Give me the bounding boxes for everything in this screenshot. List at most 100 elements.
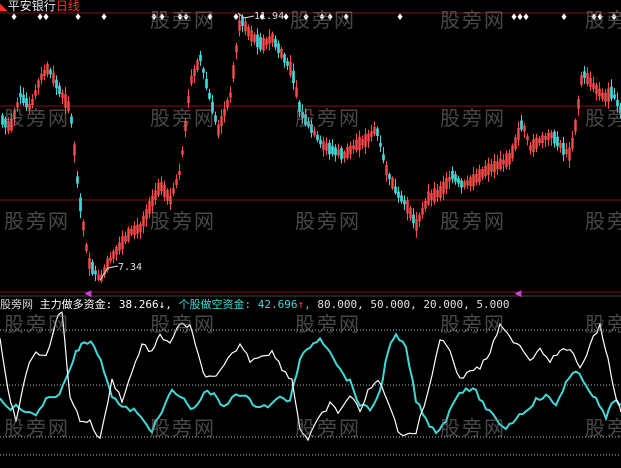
indicator-name[interactable]: 股旁网 (0, 298, 33, 311)
signal-marker: ♦ (396, 13, 404, 23)
candle-body (556, 136, 559, 147)
candle-body (340, 148, 343, 160)
retail-fund-label: 个股做空资金: (178, 298, 252, 311)
candle-body (376, 128, 379, 136)
watermark: 股旁网 (150, 416, 216, 440)
candle-body (331, 145, 334, 155)
candle-body (256, 34, 259, 48)
main-fund-value: 38.266 (118, 298, 159, 311)
candle-body (70, 116, 73, 124)
watermark: 股旁网 (585, 312, 621, 336)
candle-body (76, 176, 79, 184)
signal-marker: ♦ (232, 13, 240, 23)
candle-body (79, 197, 82, 212)
signal-markers: ♦ ♦♦ ♦ ♦ ♦ ♦ ♦♦ ♦ ♦ ♦ ♦ ♦ ♦ ♦ ♦ ♦ ♦♦♦ ♦ ♦♦ ♦◀ ◀ (10, 12, 618, 299)
candle-body (292, 70, 295, 84)
chart-menu-icon[interactable]: ◣ (0, 2, 8, 13)
candle-body (394, 186, 397, 194)
candle-body (562, 143, 565, 155)
candle-body (553, 131, 556, 144)
candle-body (283, 54, 286, 63)
range-marker-right: ◀ (515, 289, 522, 299)
retail-fund-value: 42.696 (257, 298, 298, 311)
watermark: 股旁网 (585, 8, 621, 32)
candle-body (277, 43, 280, 53)
candle-body (388, 174, 391, 180)
candle-body (403, 200, 406, 205)
candle-body (55, 79, 58, 89)
level-50: 50.000 (370, 298, 411, 311)
candle-body (202, 68, 205, 73)
candle-body (382, 154, 385, 161)
low-price-label: 7.34 (118, 262, 142, 273)
watermark: 股旁网 (4, 106, 70, 130)
signal-marker: ♦ (560, 13, 568, 23)
candle-body (328, 142, 331, 155)
high-price-label: 11.94 (254, 11, 284, 22)
signal-marker: ♦ (522, 13, 530, 23)
candle-body (274, 38, 277, 48)
chart-grid (0, 12, 621, 297)
candle-body (205, 78, 208, 89)
candle-body (319, 139, 322, 145)
candle-body (451, 170, 454, 180)
watermark: 股旁网 (440, 312, 506, 336)
watermark: 股旁网 (585, 416, 621, 440)
watermark: 股旁网 (585, 106, 621, 130)
main-fund-label: 主力做多资金: (39, 298, 113, 311)
watermark: 股旁网 (150, 106, 216, 130)
candle-body (334, 147, 337, 156)
candle-body (379, 142, 382, 147)
watermark: 股旁网 (440, 8, 506, 32)
candle-body (400, 195, 403, 202)
watermark: 股旁网 (440, 106, 506, 130)
candle-body (286, 61, 289, 66)
watermark: 股旁网 (4, 416, 70, 440)
candle-body (199, 54, 202, 62)
signal-marker: ♦ (74, 13, 82, 23)
watermark: 股旁网 (295, 106, 361, 130)
stock-chart[interactable]: ♦ ♦♦ ♦ ♦ ♦ ♦ ♦♦ ♦ ♦ ♦ ♦ ♦ ♦ ♦ ♦ ♦ ♦♦♦ ♦ ♦♦ ♦◀ ◀ 11.94 7.34 (0, 0, 621, 468)
watermark: 股旁网 (585, 209, 621, 233)
candle-body (613, 94, 616, 99)
candle-body (259, 37, 262, 50)
candle-body (460, 180, 463, 188)
candle-body (208, 92, 211, 99)
watermark: 股旁网 (295, 416, 361, 440)
watermark: 股旁网 (4, 209, 70, 233)
candle-body (412, 214, 415, 224)
candle-body (19, 92, 22, 98)
candlestick-series (1, 14, 621, 284)
watermark: 股旁网 (150, 8, 216, 32)
candle-body (457, 178, 460, 184)
level-5: 5.000 (476, 298, 510, 311)
candle-body (91, 261, 94, 275)
candle-body (454, 174, 457, 182)
level-20: 20.000 (423, 298, 464, 311)
stock-name[interactable]: 平安银行 (8, 0, 56, 13)
watermark: 股旁网 (440, 416, 506, 440)
watermark: 股旁网 (4, 312, 70, 336)
signal-marker: ♦ (42, 13, 50, 23)
candle-body (94, 270, 97, 275)
indicator-header: 股旁网 主力做多资金: 38.266↓, 个股做空资金: 42.696↑, 80… (0, 298, 510, 311)
watermark: 股旁网 (290, 8, 356, 32)
watermark: 股旁网 (150, 209, 216, 233)
watermark: 股旁网 (295, 209, 361, 233)
candle-body (520, 120, 523, 130)
high-pointer (237, 12, 255, 19)
candle-body (49, 69, 52, 75)
signal-marker: ♦ (100, 13, 108, 23)
candle-body (583, 71, 586, 78)
candle-body (610, 86, 613, 99)
level-80: 80.000 (317, 298, 358, 311)
watermark: 股旁网 (295, 312, 361, 336)
candle-body (241, 16, 244, 27)
chart-title: ◣平安银行日线 (0, 0, 80, 13)
period-label[interactable]: 日线 (56, 0, 80, 13)
candle-body (397, 191, 400, 198)
signal-marker: ♦ (10, 13, 18, 23)
candle-body (316, 134, 319, 141)
watermark: 股旁网 (150, 312, 216, 336)
watermark: 股旁网 (440, 209, 506, 233)
